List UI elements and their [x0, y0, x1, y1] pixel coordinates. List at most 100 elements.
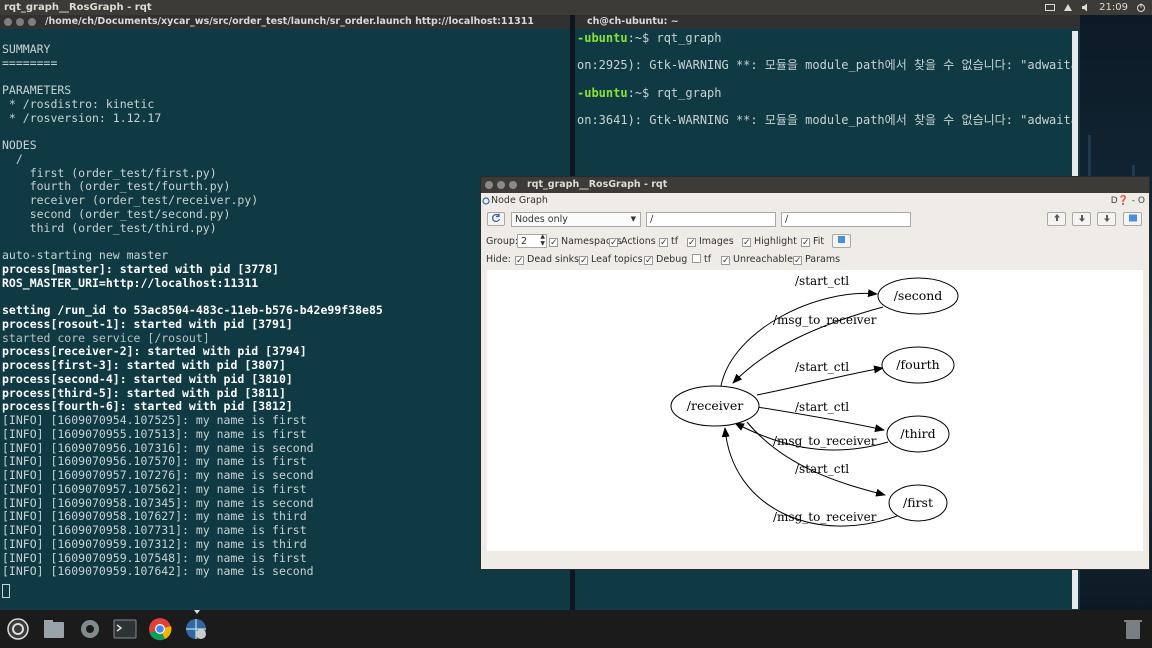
save-dot-button[interactable]	[1072, 212, 1091, 226]
terminal-line: * /rosversion: 1.12.17	[2, 110, 162, 125]
maximize-button[interactable]	[509, 181, 517, 189]
node-second[interactable]: /second	[877, 277, 959, 315]
checkbox-box: ✓	[579, 256, 588, 266]
checkbox-box: ✓	[644, 256, 653, 266]
hide-label: Hide:	[486, 254, 511, 265]
close-button[interactable]	[4, 18, 12, 26]
debug-checkbox[interactable]: ✓ Debug	[644, 254, 687, 266]
upload-icon	[1053, 214, 1060, 221]
unreachable-label: Unreachable	[733, 254, 793, 265]
terminal-line: NODES	[2, 138, 37, 152]
dead-sinks-label: Dead sinks	[527, 254, 580, 265]
maximize-button[interactable]	[28, 18, 36, 26]
highlight-label: Highlight	[754, 236, 797, 247]
checkbox-box: ✓	[793, 256, 802, 266]
files-icon[interactable]	[42, 617, 66, 641]
checkbox-box: ✓	[515, 256, 524, 266]
node-fourth[interactable]: /fourth	[881, 346, 955, 384]
load-dot-button[interactable]	[1047, 212, 1066, 226]
volume-icon[interactable]	[1081, 3, 1091, 12]
edge-label: /start_ctl	[795, 360, 849, 374]
clock[interactable]: 21:09	[1099, 0, 1128, 15]
node-label: /first	[903, 495, 933, 510]
leaf-topics-label: Leaf topics	[591, 254, 643, 265]
group-spinbox[interactable]: 2 ▲ ▼	[517, 233, 547, 248]
minimize-button[interactable]	[16, 18, 24, 26]
fit-checkbox[interactable]: ✓ Fit	[801, 236, 824, 248]
graph-icon	[482, 197, 490, 205]
rqt-titlebar[interactable]: rqt_graph__RosGraph - rqt	[481, 177, 1149, 193]
group-value: 2	[521, 236, 528, 247]
active-app-indicator	[194, 610, 200, 614]
node-third[interactable]: /third	[886, 415, 950, 453]
prompt-command: :~$ rqt_graph	[627, 86, 722, 100]
checkbox-box: ✓	[721, 256, 730, 266]
prompt-host: -ubuntu	[577, 86, 628, 100]
prompt-line: -ubuntu:~$ rqt_graph	[577, 31, 722, 46]
terminal-line: SUMMARY	[2, 41, 51, 56]
topic-filter-input[interactable]: /	[781, 212, 911, 227]
tf-checkbox[interactable]: ✓ tf	[659, 236, 678, 248]
images-checkbox[interactable]: ✓ Images	[687, 236, 734, 248]
graph-toolbar: Nodes only ▼ / /	[481, 212, 1149, 230]
fit-view-button[interactable]	[832, 234, 851, 248]
checkbox-box	[692, 254, 701, 263]
rqt-app-icon[interactable]	[184, 617, 208, 641]
warning-line: on:2925): Gtk-WARNING **: 모듈을 module_pat…	[577, 58, 1078, 72]
save-svg-button[interactable]	[1097, 212, 1116, 226]
checkbox-box: ✓	[742, 238, 751, 248]
terminal-line: PARAMETERS	[2, 83, 72, 97]
rqt-window[interactable]: rqt_graph__RosGraph - rqt Node Graph D❓ …	[480, 176, 1150, 570]
actions-label: Actions	[621, 236, 656, 247]
checkbox-box: ✓	[801, 238, 810, 248]
edge-label: /msg_to_receiver	[773, 313, 877, 327]
terminal-line: /	[2, 151, 23, 166]
tf-hide-checkbox[interactable]: tf	[692, 254, 711, 266]
actions-checkbox[interactable]: ✓ Actions	[609, 236, 656, 248]
hide-options-row: Hide: ✓ Dead sinks ✓ Leaf topics ✓ Debug tf…	[481, 253, 1149, 267]
terminal-titlebar[interactable]: /home/ch/Documents/xycar_ws/src/order_te…	[0, 15, 570, 29]
save-image-button[interactable]	[1123, 212, 1142, 226]
group-options-row: Group: 2 ▲ ▼ ✓ Namespaces ✓ Actions ✓ tf ✓ Im…	[481, 233, 1149, 250]
tf-label: tf	[671, 236, 679, 247]
graph-canvas[interactable]: /start_ctl /msg_to_receiver /start_ctl /…	[487, 270, 1143, 551]
node-label: /fourth	[896, 357, 939, 372]
ubuntu-menu-icon[interactable]	[6, 617, 30, 641]
terminal-title: ch@ch-ubuntu: ~	[587, 16, 679, 27]
spinner-arrows-icon[interactable]: ▲ ▼	[540, 233, 545, 247]
checkbox-box: ✓	[687, 238, 696, 248]
trash-icon[interactable]	[1121, 617, 1145, 641]
keyboard-icon[interactable]	[1045, 3, 1056, 12]
minimize-button[interactable]	[497, 181, 505, 189]
node-receiver[interactable]: /receiver	[670, 385, 760, 427]
chrome-icon[interactable]	[148, 617, 172, 641]
leaf-topics-checkbox[interactable]: ✓ Leaf topics	[579, 254, 643, 266]
node-first[interactable]: /first	[888, 484, 948, 522]
node-label: /second	[894, 288, 943, 303]
refresh-icon	[492, 213, 501, 223]
params-checkbox[interactable]: ✓ Params	[793, 254, 840, 266]
close-button[interactable]	[485, 181, 493, 189]
rqt-title: rqt_graph__RosGraph - rqt	[527, 179, 668, 190]
node-label: /third	[900, 426, 935, 441]
graph-mode-value: Nodes only	[515, 214, 568, 225]
chevron-down-icon: ▼	[630, 215, 636, 223]
graph-mode-select[interactable]: Nodes only ▼	[511, 212, 641, 227]
edge-label: /start_ctl	[795, 462, 849, 476]
unreachable-checkbox[interactable]: ✓ Unreachable	[721, 254, 793, 266]
dead-sinks-checkbox[interactable]: ✓ Dead sinks	[515, 254, 579, 266]
terminal-titlebar[interactable]: ch@ch-ubuntu: ~	[575, 15, 1080, 29]
highlight-checkbox[interactable]: ✓ Highlight	[742, 236, 797, 248]
power-icon[interactable]	[1136, 3, 1146, 12]
terminal-icon[interactable]	[113, 617, 137, 641]
namespace-filter-input[interactable]: /	[646, 212, 776, 227]
network-icon[interactable]	[1063, 3, 1073, 12]
plugin-window-controls[interactable]: D❓ - O	[1111, 193, 1145, 209]
settings-icon[interactable]	[78, 617, 102, 641]
edge-receiver-to-first[interactable]	[746, 421, 886, 497]
terminal-line: ========	[2, 55, 58, 70]
refresh-button[interactable]	[487, 212, 505, 226]
active-window-title: rqt_graph__RosGraph - rqt	[4, 2, 152, 13]
